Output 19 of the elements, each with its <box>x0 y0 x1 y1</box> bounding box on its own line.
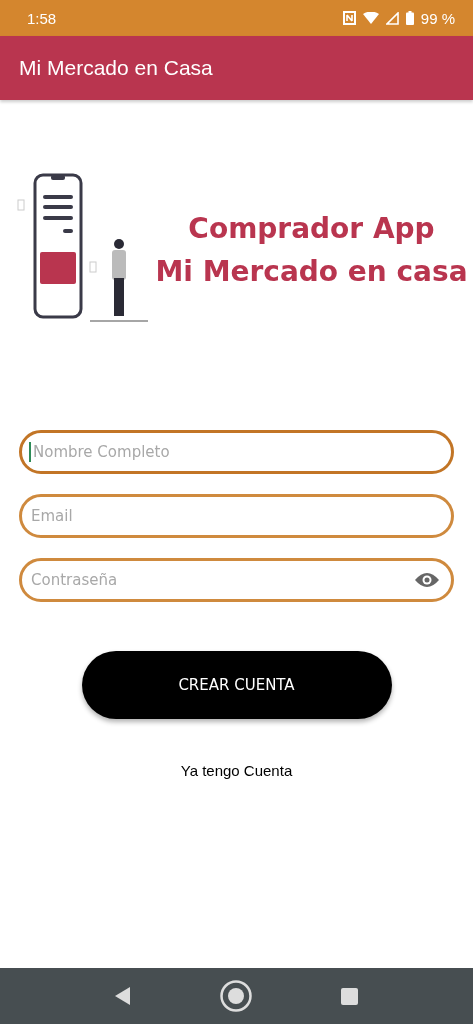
name-field[interactable]: Nombre Completo <box>19 430 454 474</box>
login-link[interactable]: Ya tengo Cuenta <box>180 762 293 779</box>
create-account-button[interactable]: CREAR CUENTA <box>81 651 392 719</box>
battery-percent: 99 % <box>420 9 455 27</box>
banner-subtitle: Mi Mercado en casa <box>155 254 468 290</box>
wifi-icon <box>362 12 379 24</box>
banner-title: Comprador App <box>188 211 435 247</box>
recents-icon[interactable] <box>341 987 358 1005</box>
home-icon[interactable] <box>219 979 253 1013</box>
email-field[interactable]: Email <box>19 494 454 538</box>
battery-icon <box>405 11 414 25</box>
signal-icon <box>385 11 399 25</box>
status-time: 1:58 <box>27 9 58 27</box>
back-icon[interactable] <box>115 987 131 1005</box>
nfc-icon <box>342 11 356 25</box>
app-title: Mi Mercado en Casa <box>19 56 213 80</box>
password-field[interactable]: Contraseña <box>19 558 454 602</box>
text-cursor <box>29 442 31 462</box>
eye-icon[interactable] <box>414 572 440 588</box>
